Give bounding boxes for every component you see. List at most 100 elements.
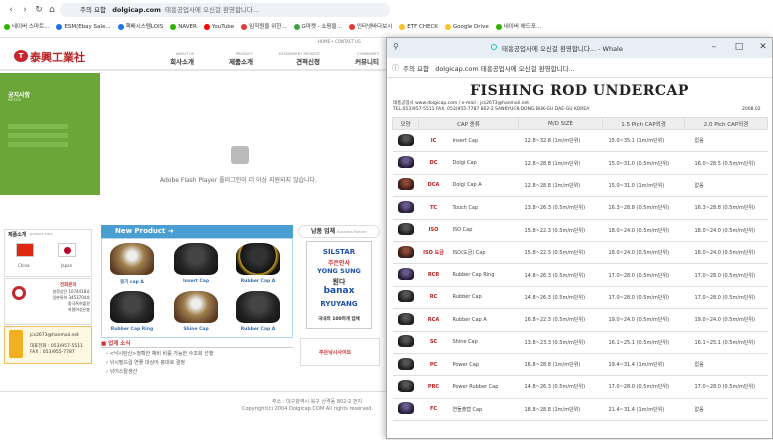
new-product-header: New Product ➜ (101, 225, 293, 238)
product-label[interactable]: Rubber Cap A (228, 327, 288, 332)
bookmark-label: 인터넷바다보시 (356, 24, 393, 30)
news-item[interactable]: › 낚시필드컵 연좋 대상어 붕대로 결정 (106, 359, 185, 366)
partner-ad[interactable]: 주은낚시사이트 (300, 338, 380, 366)
maximize-icon[interactable]: □ (734, 42, 744, 52)
product-label[interactable]: 동기 cap A (102, 279, 162, 285)
reload-icon[interactable]: ↻ (34, 5, 44, 15)
company-info: 태흥공업사 www.dolgicap.com / e-mail : jcs267… (393, 101, 530, 106)
china-flag-icon[interactable] (16, 243, 34, 257)
bookmark-item[interactable]: 인터넷바다보시 (348, 21, 393, 33)
bookmark-item[interactable]: G마켓 - 쇼핑을... (293, 21, 342, 33)
cap-image-cell (392, 241, 419, 265)
menu-sub: PRODUCT (235, 52, 253, 56)
cap-pitch15: 15.0~31.0 (0.5m/m단위) (602, 151, 685, 175)
cap-code: SC (418, 331, 449, 354)
partner-logo[interactable]: YONG SUNG (307, 267, 371, 275)
security-icon[interactable]: ⓘ (392, 63, 399, 73)
menu-product[interactable]: PRODUCT 제품소개 (215, 52, 253, 66)
table-row: DC Dolgi Cap 12.8~28.8 (1m/m단위) 15.0~31.0 (… (392, 151, 768, 175)
cap-pitch15: 16.1~25.1 (0.5m/m단위) (602, 331, 685, 354)
pin-icon[interactable]: ⚲ (393, 42, 399, 51)
cap-code: RCR (418, 263, 449, 287)
cap-pitch20: 17.0~28.0 (0.5m/m단위) (684, 263, 768, 287)
whale-titlebar[interactable]: ⚲ 태흥공업사에 오신걸 환영합니다... - Whale – □ ✕ (387, 38, 772, 58)
cap-pitch15: 15.0~35.1 (1m/m단위) (602, 129, 685, 153)
product-image[interactable] (110, 243, 154, 275)
news-item[interactable]: › <낙시탄산>정확한 채비 비를 가능한 수조회 선행 (106, 350, 213, 357)
flash-message: Adobe Flash Player 플러그인이 더 이상 지원되지 않습니다. (160, 177, 317, 184)
home-icon[interactable]: ⌂ (47, 5, 57, 15)
product-image[interactable] (236, 291, 280, 323)
top-links[interactable]: HOME • CONTACT US (318, 39, 361, 44)
menu-about[interactable]: ABOUT US 회사소개 (158, 52, 194, 66)
news-item[interactable]: › 낚어스탈생산 (106, 368, 137, 375)
cap-image (397, 379, 414, 392)
product-label[interactable]: Rubber Cap A (228, 279, 288, 284)
notice-item[interactable] (8, 142, 68, 147)
bookmark-item[interactable]: ETF CHECK (399, 21, 438, 33)
partner-logo[interactable]: banax (307, 286, 371, 296)
cap-name: Shine Cap (448, 331, 519, 354)
product-image[interactable] (174, 243, 218, 275)
product-label[interactable]: Rubber Cap Ring (102, 327, 162, 332)
partner-logo[interactable]: SILSTAR (307, 248, 371, 256)
product-label[interactable]: Insert Cap (166, 279, 226, 284)
bookmark-favicon-icon (495, 24, 502, 30)
contact-phone: 대표전화 : 053)957-5511 (30, 344, 83, 349)
forward-icon[interactable]: › (20, 5, 30, 15)
catalog-date: 2008.02 (742, 107, 761, 112)
cap-pitch15: 18.0~24.0 (0.5m/m단위) (602, 241, 685, 265)
minimize-icon[interactable]: – (709, 42, 719, 52)
logo-icon: T (14, 50, 28, 62)
cap-image (397, 312, 414, 325)
japan-flag-icon[interactable] (58, 243, 76, 257)
cap-code: TC (418, 196, 449, 220)
bookmark-item[interactable]: 임직원을 위한... (241, 21, 287, 33)
bookmark-item[interactable]: YouTube (203, 21, 234, 33)
product-image[interactable] (110, 291, 154, 323)
footer-address: 주소 : 대구광역시 북구 산격동 802-2 번지 (272, 399, 363, 405)
cap-pitch20: 없음 (684, 129, 768, 153)
bookmark-item[interactable]: ESM(Ebay Sale... (56, 21, 111, 33)
notice-item[interactable] (8, 124, 68, 129)
bookmark-item[interactable]: Google Drive (444, 21, 489, 33)
bookmark-item[interactable]: 네이버 스마트... (4, 21, 49, 33)
partner-logo: 국내외 100여개 업체 (318, 317, 360, 322)
cap-size: 14.8~26.3 (0.5m/m단위) (518, 263, 603, 287)
menu-estimate[interactable]: ESSESSMENT REQUEST 견적신청 (268, 52, 320, 66)
menu-community[interactable]: COMMUNITY 커뮤니티 (335, 52, 379, 66)
back-icon[interactable]: ‹ (6, 5, 16, 15)
whale-address-bar[interactable]: ⓘ 주의 요함 dolgicap.com 태흥공업사에 오신걸 환영합니다... (387, 58, 772, 78)
partner-logo[interactable]: 주은안사 (307, 258, 371, 267)
cap-size: 15.8~22.3 (0.5m/m단위) (518, 241, 603, 265)
cap-pitch15: 18.0~24.0 (0.5m/m단위) (602, 219, 685, 242)
address-bar[interactable]: 주의 요함 dolgicap.com 태흥공업사에 오신걸 환영합니다... (60, 3, 390, 17)
product-image[interactable] (236, 243, 280, 275)
bookmark-item[interactable]: NAVER (170, 21, 197, 33)
cap-size: 16.8~22.3 (0.5m/m단위) (518, 308, 603, 332)
whale-site-label: 주의 요함 (403, 65, 429, 73)
contact-email[interactable]: jcs2673@hanmail.net (30, 333, 79, 338)
dolgicap-site: HOME • CONTACT US T 泰興工業社 ABOUT US 회사소개 … (0, 38, 390, 439)
col-header: 2.0 Pich CAP외경 (684, 117, 768, 130)
site-logo[interactable]: 泰興工業社 (30, 49, 85, 65)
cap-image (397, 133, 414, 146)
product-label[interactable]: Shine Cap (166, 327, 226, 332)
product-image[interactable] (174, 291, 218, 323)
cap-code: ISO (418, 219, 449, 242)
table-row: RCR Rubber Cap Ring 14.8~26.3 (0.5m/m단위) 17… (392, 263, 768, 287)
close-icon[interactable]: ✕ (758, 42, 768, 52)
bookmark-item[interactable]: 네이버 애드포... (495, 21, 541, 33)
cap-code: PRC (418, 375, 449, 399)
partner-logo[interactable]: RYUYANG (307, 300, 371, 308)
notice-item[interactable] (8, 133, 68, 138)
col-header: 모양 (392, 117, 419, 130)
bookmark-item[interactable]: 핵배시스템LOIS (117, 21, 163, 33)
cap-pitch20: 없음 (684, 398, 768, 422)
table-row: PC Power Cap 16.8~28.8 (1m/m단위) 19.4~31.4 (… (392, 353, 768, 377)
bookmark-favicon-icon (56, 24, 63, 30)
cap-image (397, 178, 414, 191)
cap-image-cell (392, 151, 419, 175)
cap-name: Dolgi Cap (448, 151, 519, 175)
cap-image-cell (392, 398, 419, 422)
